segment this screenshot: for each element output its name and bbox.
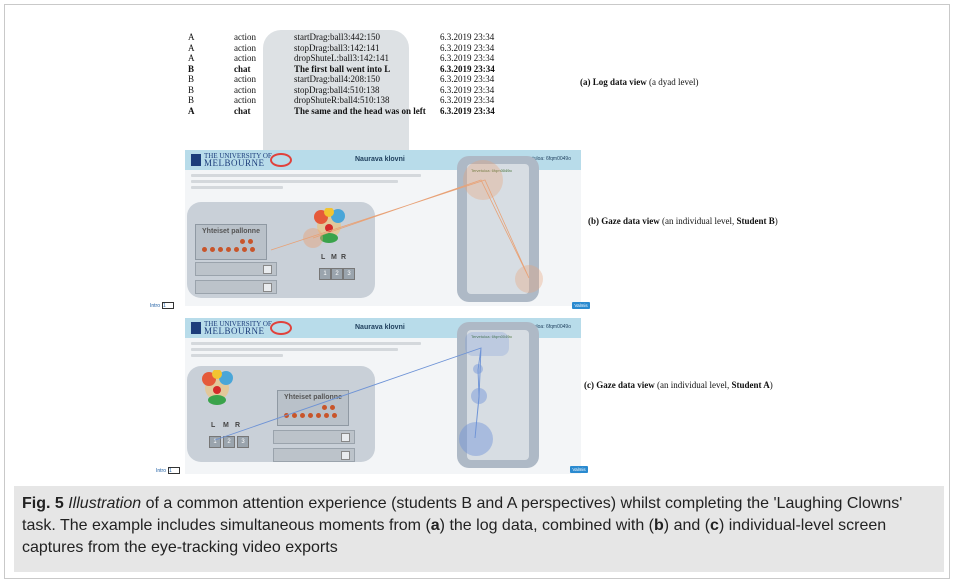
log-cell-type: action	[234, 32, 256, 42]
log-cell-user: A	[188, 53, 195, 63]
log-row: Aaction stopDrag:ball3:142:141 6.3.2019 23…	[182, 43, 499, 54]
log-row: Bchat The first ball went into L 6.3.2019 …	[182, 64, 499, 75]
log-cell-type: chat	[234, 105, 251, 116]
log-cell-event: dropShuteR:ball4:510:138	[294, 95, 390, 105]
log-cell-time: 6.3.2019 23:34	[440, 105, 495, 116]
log-cell-user: B	[188, 74, 195, 84]
log-cell-user: A	[188, 105, 195, 116]
label-b: (b) Gaze data view (an individual level,…	[588, 216, 778, 226]
log-cell-user: B	[188, 63, 195, 74]
log-cell-time: 6.3.2019 23:34	[440, 74, 495, 84]
log-cell-time: 6.3.2019 23:34	[440, 53, 495, 63]
log-cell-time: 6.3.2019 23:34	[440, 63, 495, 74]
figure-caption: Fig. 5 Illustration of a common attentio…	[14, 486, 944, 572]
log-cell-type: action	[234, 84, 256, 95]
log-cell-type: action	[234, 74, 256, 84]
log-cell-user: A	[188, 32, 195, 42]
valmis-button[interactable]: Valmis	[572, 302, 590, 309]
log-cell-type: action	[234, 95, 256, 105]
log-row: Baction startDrag:ball4:208:150 6.3.2019 2…	[182, 74, 499, 85]
screen-student-a: THE UNIVERSITY OF MELBOURNE Nauravа klovn…	[185, 318, 581, 474]
label-c: (c) Gaze data view (an individual level,…	[584, 380, 773, 390]
log-cell-type: action	[234, 53, 256, 63]
log-row: Aaction startDrag:ball3:442:150 6.3.2019 2…	[182, 32, 499, 43]
log-table: Aaction startDrag:ball3:442:150 6.3.2019 2…	[182, 32, 499, 116]
log-cell-type: chat	[234, 63, 251, 74]
log-cell-type: action	[234, 42, 256, 53]
log-cell-user: B	[188, 95, 195, 105]
valmis-button[interactable]: Valmis	[570, 466, 588, 473]
log-cell-user: B	[188, 84, 195, 95]
log-cell-event: dropShuteL:ball3:142:141	[294, 53, 389, 63]
log-cell-event: stopDrag:ball3:142:141	[294, 42, 380, 53]
gaze-scanpath	[214, 347, 482, 441]
log-row: Aaction dropShuteL:ball3:142:141 6.3.2019 …	[182, 53, 499, 64]
log-cell-event: The first ball went into L	[294, 63, 391, 74]
screen-student-b: THE UNIVERSITY OF MELBOURNE Nauravа klovn…	[185, 150, 581, 306]
label-a: (a) Log data view (a dyad level)	[580, 77, 699, 87]
log-row: Baction dropShuteR:ball4:510:138 6.3.2019 …	[182, 95, 499, 106]
intro-field[interactable]: Intro 1	[150, 302, 175, 309]
log-row: Achat The same and the head was on left 6.…	[182, 106, 499, 117]
log-cell-event: stopDrag:ball4:510:138	[294, 84, 380, 95]
log-row: Baction stopDrag:ball4:510:138 6.3.2019 23…	[182, 85, 499, 96]
log-cell-event: startDrag:ball4:208:150	[294, 74, 380, 84]
log-cell-time: 6.3.2019 23:34	[440, 32, 495, 42]
gaze-scanpath	[270, 179, 530, 279]
log-cell-time: 6.3.2019 23:34	[440, 42, 495, 53]
log-cell-user: A	[188, 42, 195, 53]
log-cell-time: 6.3.2019 23:34	[440, 84, 495, 95]
intro-field[interactable]: Intro 1	[156, 467, 181, 474]
log-cell-event: The same and the head was on left	[294, 105, 426, 116]
log-cell-event: startDrag:ball3:442:150	[294, 32, 380, 42]
log-cell-time: 6.3.2019 23:34	[440, 95, 495, 105]
